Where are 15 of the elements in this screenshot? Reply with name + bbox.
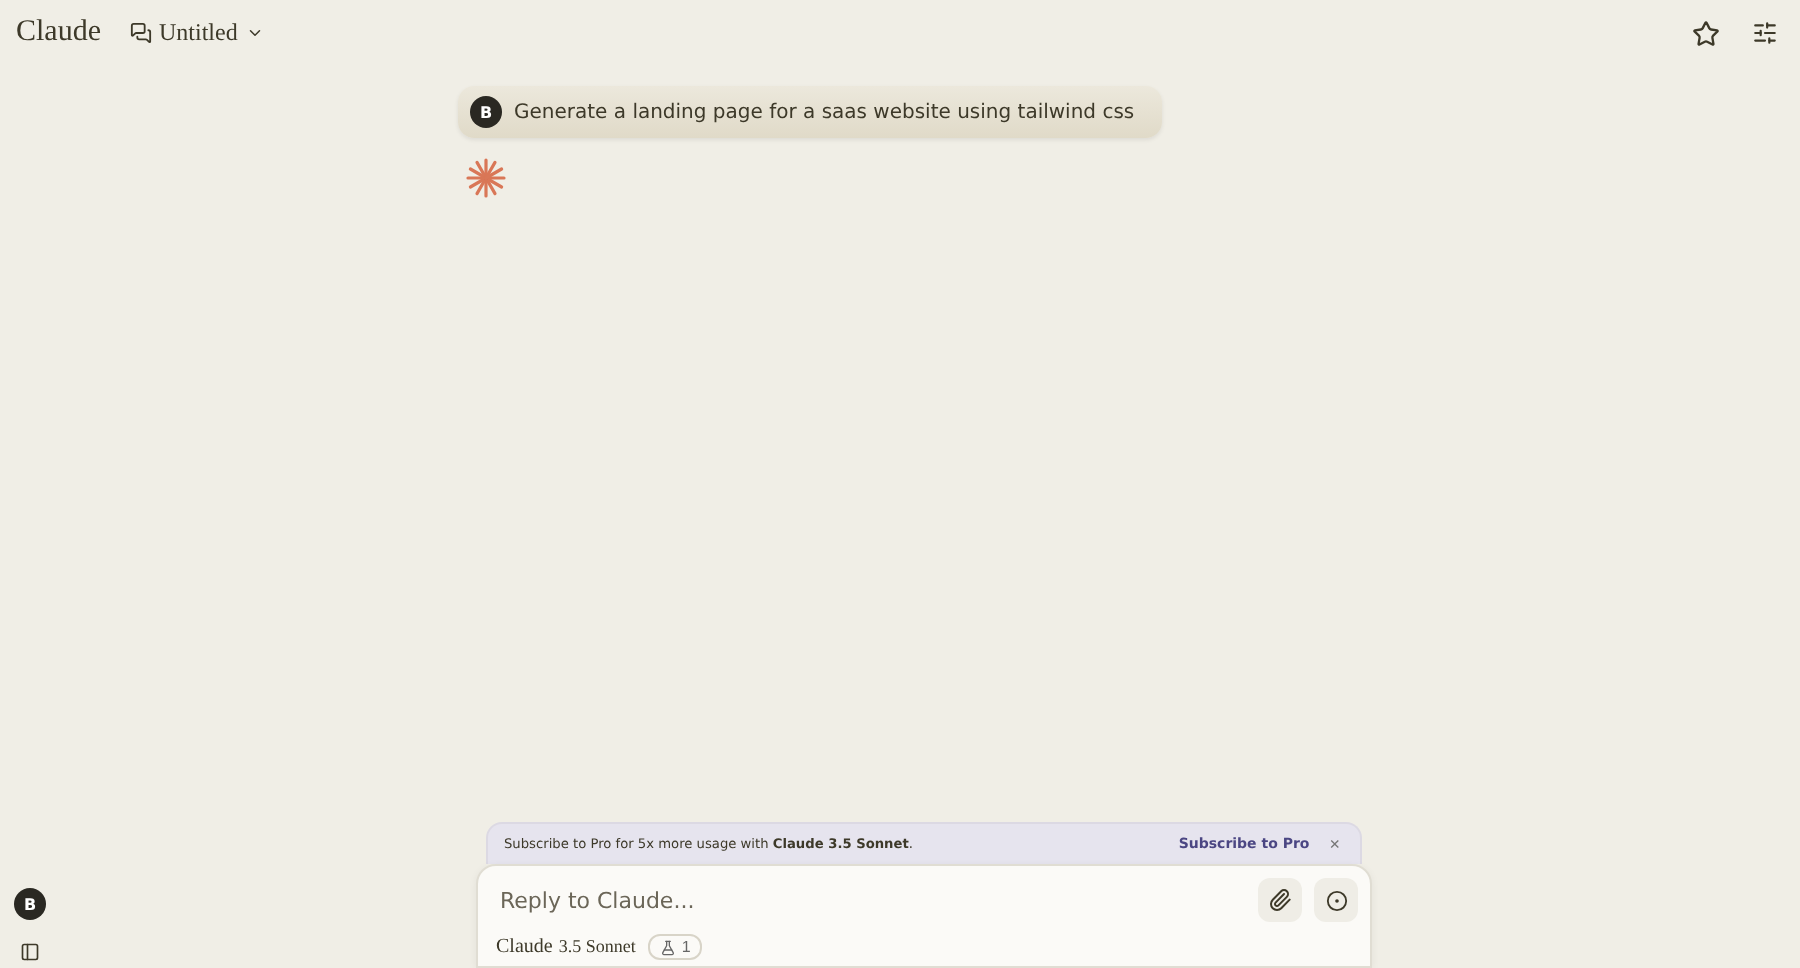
reply-input[interactable]: Reply to Claude...: [496, 885, 1246, 915]
user-avatar: B: [470, 96, 502, 128]
sparkle-icon: [466, 158, 506, 198]
chat-bubbles-icon: [129, 22, 151, 44]
brand-logo[interactable]: Claude: [16, 16, 101, 50]
close-button[interactable]: ×: [1325, 834, 1344, 854]
model-selector[interactable]: Claude 3.5 Sonnet: [496, 936, 636, 958]
flask-icon: [659, 939, 676, 955]
paperclip-icon[interactable]: [1258, 878, 1302, 922]
user-avatar[interactable]: B: [14, 888, 46, 920]
message-text: Generate a landing page for a saas website using tailwind css: [514, 101, 1135, 123]
chat-title-button[interactable]: Untitled: [121, 14, 272, 52]
chevron-down-icon: [245, 24, 264, 42]
style-chip[interactable]: 1: [647, 934, 703, 960]
record-icon[interactable]: [1314, 878, 1358, 922]
